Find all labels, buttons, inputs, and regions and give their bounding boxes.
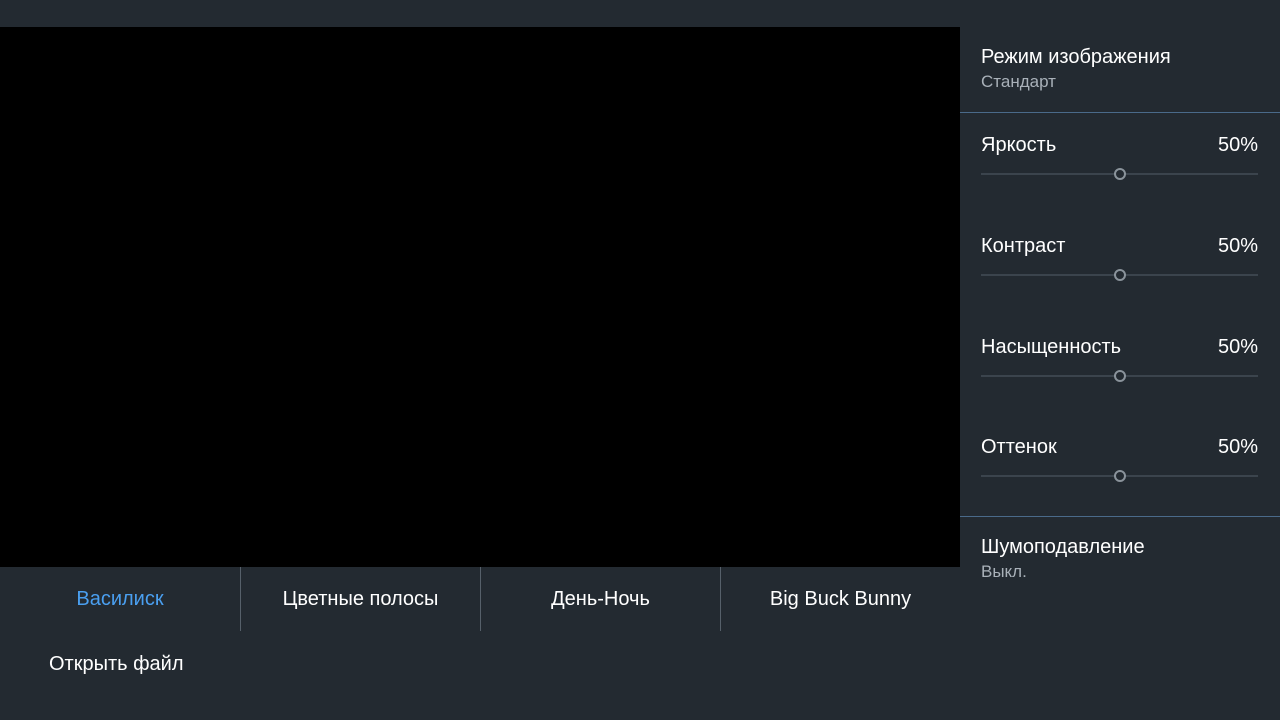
picture-mode-value: Стандарт [981, 72, 1056, 91]
brightness-value: 50% [1217, 134, 1258, 156]
divider [960, 516, 1280, 517]
hue-value: 50% [1217, 436, 1258, 458]
saturation-slider[interactable]: Насыщенность 50% [981, 335, 1258, 395]
hue-label: Оттенок [981, 436, 1057, 458]
brightness-label: Яркость [981, 134, 1057, 156]
picture-settings-panel: Режим изображения Стандарт Яркость 50% К… [960, 27, 1280, 720]
divider [960, 112, 1280, 113]
noise-reduction-item[interactable]: Шумоподавление Выкл. [981, 535, 1258, 583]
contrast-label: Контраст [981, 235, 1066, 257]
noise-reduction-title: Шумоподавление [981, 536, 1145, 558]
contrast-thumb[interactable] [1113, 269, 1126, 281]
open-file-button[interactable]: Открыть файл [49, 650, 184, 678]
tab-vasilisk[interactable]: Василиск [0, 567, 240, 631]
noise-reduction-value: Выкл. [981, 562, 1027, 581]
brightness-slider[interactable]: Яркость 50% [981, 133, 1258, 193]
hue-slider[interactable]: Оттенок 50% [981, 435, 1258, 495]
video-preview [0, 27, 960, 567]
saturation-value: 50% [1217, 336, 1258, 358]
saturation-thumb[interactable] [1113, 370, 1126, 382]
picture-mode-item[interactable]: Режим изображения Стандарт [981, 45, 1258, 93]
tab-color-bars[interactable]: Цветные полосы [240, 567, 480, 631]
tab-big-buck-bunny[interactable]: Big Buck Bunny [720, 567, 960, 631]
picture-mode-title: Режим изображения [981, 46, 1171, 68]
source-tabs: Василиск Цветные полосы День-Ночь Big Bu… [0, 567, 960, 631]
tab-day-night[interactable]: День-Ночь [480, 567, 720, 631]
contrast-slider[interactable]: Контраст 50% [981, 234, 1258, 294]
brightness-thumb[interactable] [1113, 168, 1126, 180]
contrast-value: 50% [1217, 235, 1258, 257]
saturation-label: Насыщенность [981, 336, 1122, 358]
hue-thumb[interactable] [1113, 470, 1126, 482]
